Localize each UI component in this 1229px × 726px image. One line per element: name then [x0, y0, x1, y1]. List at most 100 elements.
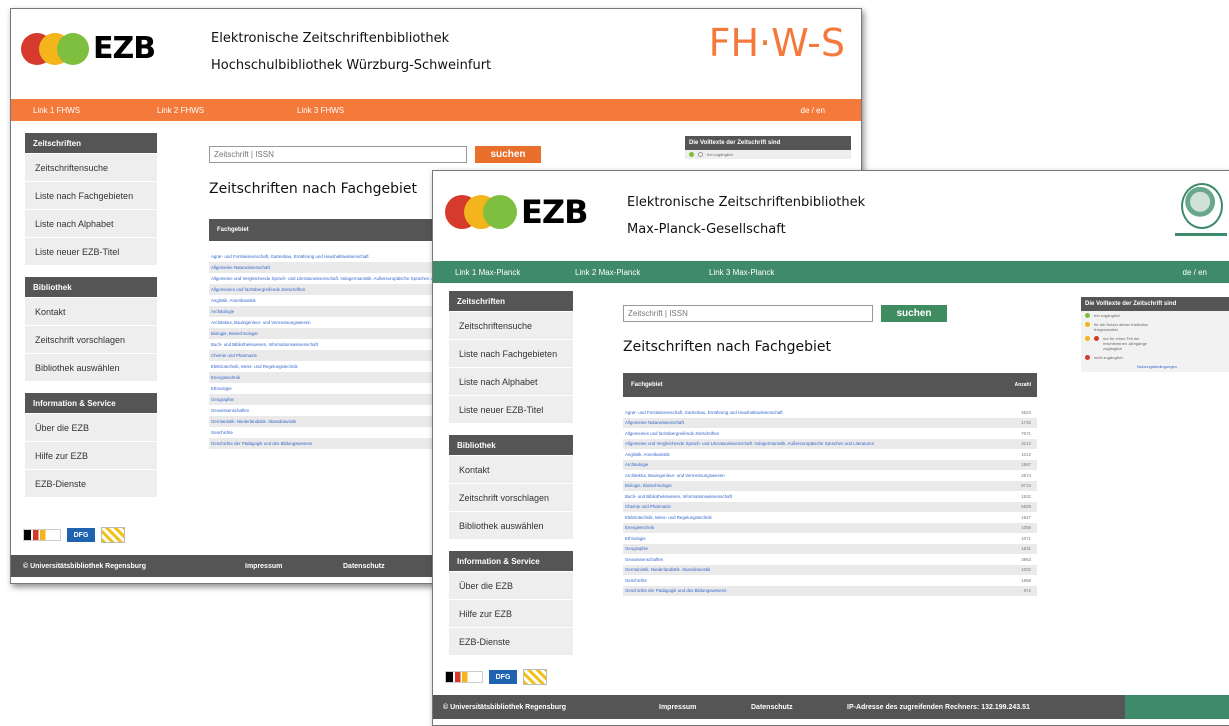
subject-link[interactable]: Buch- und Bibliothekswesen, Informations…: [211, 342, 318, 347]
subject-link[interactable]: Energietechnik: [211, 375, 240, 380]
nav-link-3[interactable]: Link 3 FHWS: [297, 106, 344, 115]
subject-link[interactable]: Energietechnik: [625, 525, 654, 530]
search-input[interactable]: Zeitschrift | ISSN: [209, 146, 467, 163]
footer-privacy[interactable]: Datenschutz: [343, 563, 385, 570]
table-row[interactable]: Geographie: [209, 394, 449, 405]
language-switch[interactable]: de / en: [801, 106, 825, 115]
subject-link[interactable]: Allgemeine Naturwissenschaft: [625, 420, 684, 425]
table-row[interactable]: Geschichte der Pädagogik und des Bildung…: [623, 585, 1037, 596]
nav-link-2[interactable]: Link 2 FHWS: [157, 106, 204, 115]
table-row[interactable]: Chemie und Pharmazie 5929: [623, 501, 1037, 512]
subject-link[interactable]: Geschichte: [211, 430, 233, 435]
sidebar-item-alphabet-list[interactable]: Liste nach Alphabet: [25, 209, 157, 237]
subject-link[interactable]: Elektrotechnik, Mess- und Regelungstechn…: [211, 364, 298, 369]
subject-link[interactable]: Chemie und Pharmazie: [625, 504, 671, 509]
subject-link[interactable]: Allgemeine Naturwissenschaft: [211, 265, 270, 270]
subject-link[interactable]: Geschichte der Pädagogik und des Bildung…: [625, 588, 726, 593]
footer-imprint[interactable]: Impressum: [245, 563, 282, 570]
subject-link[interactable]: Allgemeine und Vergleichende Sprach- und…: [211, 276, 449, 281]
nav-link-1[interactable]: Link 1 FHWS: [33, 106, 80, 115]
nav-link-1[interactable]: Link 1 Max-Planck: [455, 268, 520, 277]
table-row[interactable]: Geschichte 1958: [623, 575, 1037, 586]
table-row[interactable]: Geschichte der Pädagogik und des Bildung…: [209, 438, 449, 449]
sidebar-item-services[interactable]: EZB-Dienste: [25, 469, 157, 497]
sidebar-item-contact[interactable]: Kontakt: [25, 297, 157, 325]
sidebar-item-alphabet-list[interactable]: Liste nach Alphabet: [449, 367, 573, 395]
minerva-logo-icon[interactable]: [1181, 183, 1223, 229]
sidebar-item-suggest-journal[interactable]: Zeitschrift vorschlagen: [25, 325, 157, 353]
subject-link[interactable]: Germanistik. Niederlandistik. Skandinavi…: [211, 419, 296, 424]
legend-terms-link[interactable]: Nutzungsbedingungen: [1081, 362, 1229, 372]
sidebar-item-about[interactable]: Über die EZB: [449, 571, 573, 599]
footer-copyright[interactable]: © Universitätsbibliothek Regensburg: [443, 704, 566, 711]
table-row[interactable]: Geowissenschaften: [209, 405, 449, 416]
sidebar-item-help[interactable]: Hilfe zur EZB: [449, 599, 573, 627]
search-input[interactable]: Zeitschrift | ISSN: [623, 305, 873, 322]
subject-link[interactable]: Archäologie: [211, 309, 234, 314]
table-row[interactable]: Allgemeine Naturwissenschaft 1732: [623, 417, 1037, 428]
subject-link[interactable]: Geographie: [625, 546, 648, 551]
table-row[interactable]: Germanistik. Niederlandistik. Skandinavi…: [209, 416, 449, 427]
search-button[interactable]: suchen: [475, 146, 541, 163]
sidebar-item-about[interactable]: Über die EZB: [25, 413, 157, 441]
table-row[interactable]: Allgemeine Naturwissenschaft: [209, 262, 449, 273]
sidebar-item-suggest-journal[interactable]: Zeitschrift vorschlagen: [449, 483, 573, 511]
sidebar-item-select-library[interactable]: Bibliothek auswählen: [449, 511, 573, 539]
search-button[interactable]: suchen: [881, 305, 947, 322]
table-row[interactable]: Buch- und Bibliothekswesen, Informations…: [209, 339, 449, 350]
sidebar-item-journal-search[interactable]: Zeitschriftensuche: [449, 311, 573, 339]
subject-link[interactable]: Architektur, Bauingenieur- und Vermessun…: [211, 320, 311, 325]
sidebar-item-services[interactable]: EZB-Dienste: [449, 627, 573, 655]
subject-link[interactable]: Elektrotechnik, Mess- und Regelungstechn…: [625, 515, 712, 520]
nav-link-2[interactable]: Link 2 Max-Planck: [575, 268, 640, 277]
table-row[interactable]: Anglistik. Amerikanistik 1012: [623, 449, 1037, 460]
table-row[interactable]: Biologie, Biotechnologie: [209, 328, 449, 339]
subject-link[interactable]: Architektur, Bauingenieur- und Vermessun…: [625, 473, 725, 478]
language-switch[interactable]: de / en: [1183, 268, 1207, 277]
table-row[interactable]: Agrar- und Forstwissenschaft, Gartenbau,…: [623, 407, 1037, 418]
table-row[interactable]: Allgemeines und fachübergreifende Zeitsc…: [623, 428, 1037, 439]
ezb-logo[interactable]: EZB: [21, 31, 156, 66]
sidebar-item-new-titles[interactable]: Liste neuer EZB-Titel: [25, 237, 157, 265]
table-row[interactable]: Buch- und Bibliothekswesen, Informations…: [623, 491, 1037, 502]
table-row[interactable]: Archäologie 1557: [623, 459, 1037, 470]
table-row[interactable]: Energietechnik 1056: [623, 522, 1037, 533]
subject-link[interactable]: Agrar- und Forstwissenschaft, Gartenbau,…: [625, 410, 783, 415]
subject-link[interactable]: Ethnologie: [211, 386, 232, 391]
subject-link[interactable]: Biologie, Biotechnologie: [625, 483, 672, 488]
table-row[interactable]: Chemie und Pharmazie: [209, 350, 449, 361]
sidebar-item-help[interactable]: Hilfe zur EZB: [25, 441, 157, 469]
table-row[interactable]: Ethnologie: [209, 383, 449, 394]
sidebar-item-new-titles[interactable]: Liste neuer EZB-Titel: [449, 395, 573, 423]
table-row[interactable]: Germanistik. Niederlandistik. Skandinavi…: [623, 564, 1037, 575]
subject-link[interactable]: Ethnologie: [625, 536, 646, 541]
table-row[interactable]: Geographie 1631: [623, 543, 1037, 554]
subject-link[interactable]: Anglistik. Amerikanistik: [211, 298, 256, 303]
fhws-brand-logo[interactable]: FH·W-S: [709, 21, 845, 65]
sidebar-item-subject-list[interactable]: Liste nach Fachgebieten: [449, 339, 573, 367]
table-row[interactable]: Energietechnik: [209, 372, 449, 383]
subject-link[interactable]: Geschichte der Pädagogik und des Bildung…: [211, 441, 312, 446]
subject-link[interactable]: Geographie: [211, 397, 234, 402]
subject-link[interactable]: Chemie und Pharmazie: [211, 353, 257, 358]
subject-link[interactable]: Geowissenschaften: [625, 557, 663, 562]
subject-link[interactable]: Buch- und Bibliothekswesen, Informations…: [625, 494, 732, 499]
subject-link[interactable]: Germanistik. Niederlandistik. Skandinavi…: [625, 567, 710, 572]
nav-link-3[interactable]: Link 3 Max-Planck: [709, 268, 774, 277]
table-row[interactable]: Geschichte: [209, 427, 449, 438]
table-row[interactable]: Archäologie: [209, 306, 449, 317]
subject-link[interactable]: Geowissenschaften: [211, 408, 249, 413]
subject-link[interactable]: Allgemeines und fachübergreifende Zeitsc…: [211, 287, 305, 292]
ezb-logo[interactable]: EZB: [445, 193, 588, 231]
table-row[interactable]: Agrar- und Forstwissenschaft, Gartenbau,…: [209, 251, 449, 262]
table-row[interactable]: Elektrotechnik, Mess- und Regelungstechn…: [209, 361, 449, 372]
table-row[interactable]: Geowissenschaften 3963: [623, 554, 1037, 565]
table-row[interactable]: Allgemeines und fachübergreifende Zeitsc…: [209, 284, 449, 295]
sidebar-item-journal-search[interactable]: Zeitschriftensuche: [25, 153, 157, 181]
table-row[interactable]: Allgemeine und Vergleichende Sprach- und…: [209, 273, 449, 284]
subject-link[interactable]: Anglistik. Amerikanistik: [625, 452, 670, 457]
sidebar-item-contact[interactable]: Kontakt: [449, 455, 573, 483]
table-row[interactable]: Ethnologie 1071: [623, 533, 1037, 544]
table-row[interactable]: Biologie, Biotechnologie 8713: [623, 480, 1037, 491]
table-row[interactable]: Architektur, Bauingenieur- und Vermessun…: [623, 470, 1037, 481]
